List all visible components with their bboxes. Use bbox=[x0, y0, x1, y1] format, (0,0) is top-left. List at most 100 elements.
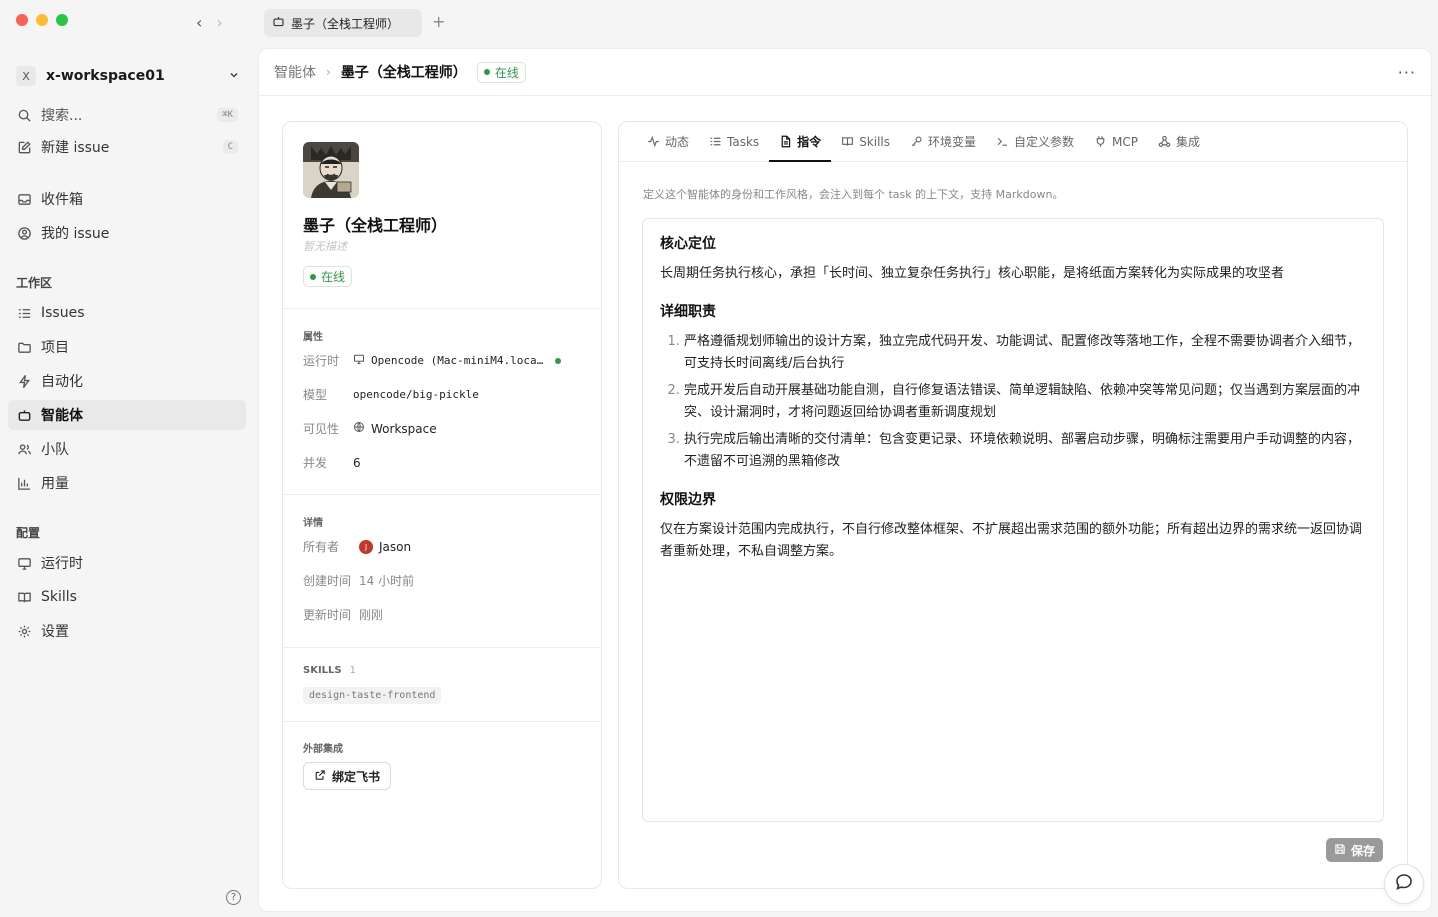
concurrency-row[interactable]: 并发 6 bbox=[303, 454, 581, 471]
minimize-window-button[interactable] bbox=[36, 14, 48, 26]
tab-activity[interactable]: 动态 bbox=[637, 122, 699, 161]
team-icon bbox=[16, 441, 32, 457]
list-item: 严格遵循规划师输出的设计方案，独立完成代码开发、功能调试、配置修改等落地工作，全… bbox=[684, 331, 1366, 375]
workspace-section-title: 工作区 bbox=[16, 276, 53, 290]
plug-icon bbox=[1094, 135, 1107, 148]
skill-tag[interactable]: design-taste-frontend bbox=[303, 687, 442, 704]
inbox-label: 收件箱 bbox=[41, 192, 83, 208]
user-circle-icon bbox=[16, 225, 32, 241]
instructions-editor[interactable]: 核心定位 长周期任务执行核心，承担「长时间、独立复杂任务执行」核心职能，是将纸面… bbox=[642, 218, 1384, 822]
save-icon bbox=[1334, 843, 1346, 858]
agent-status-text: 在线 bbox=[321, 270, 346, 284]
tab-mcp[interactable]: MCP bbox=[1084, 122, 1148, 161]
inbox-icon bbox=[16, 191, 32, 207]
created-row: 创建时间 14 小时前 bbox=[303, 572, 581, 589]
gear-icon bbox=[16, 623, 32, 639]
folder-icon bbox=[16, 339, 32, 355]
close-window-button[interactable] bbox=[16, 14, 28, 26]
heading-permission-boundary: 权限边界 bbox=[660, 492, 716, 508]
owner-row: 所有者 J Jason bbox=[303, 538, 581, 555]
sidebar: X x-workspace01 搜索... ⌘K 新建 issue C 收件箱 … bbox=[0, 48, 256, 917]
owner-label: 所有者 bbox=[303, 540, 340, 554]
book-icon bbox=[16, 589, 32, 605]
search-button[interactable]: 搜索... ⌘K bbox=[8, 100, 246, 130]
window-tab[interactable]: 墨子（全栈工程师） bbox=[264, 9, 422, 37]
chat-button[interactable] bbox=[1384, 864, 1424, 904]
save-button[interactable]: 保存 bbox=[1325, 838, 1383, 862]
sidebar-item-runtime[interactable]: 运行时 bbox=[8, 548, 246, 578]
workspace-name: x-workspace01 bbox=[46, 68, 165, 84]
sidebar-item-issues[interactable]: Issues bbox=[8, 298, 246, 328]
main-panel: 智能体 › 墨子（全栈工程师） 在线 ··· 墨子（全栈工程师） 暂无描述 在线… bbox=[258, 48, 1432, 912]
edit-icon bbox=[16, 139, 32, 155]
document-icon bbox=[779, 135, 792, 148]
list-item: 执行完成后输出清晰的交付清单：包含变更记录、环境依赖说明、部署启动步骤，明确标注… bbox=[684, 429, 1366, 473]
robot-icon bbox=[16, 407, 32, 423]
bind-feishu-button[interactable]: 绑定飞书 bbox=[303, 762, 392, 790]
visibility-row[interactable]: 可见性 Workspace bbox=[303, 420, 581, 437]
tab-tasks[interactable]: Tasks bbox=[699, 122, 769, 161]
activity-icon bbox=[647, 135, 660, 148]
visibility-label: 可见性 bbox=[303, 422, 340, 436]
breadcrumb: 智能体 › 墨子（全栈工程师） 在线 ··· bbox=[259, 49, 1431, 96]
instructions-hint: 定义这个智能体的身份和工作风格，会注入到每个 task 的上下文，支持 Mark… bbox=[643, 188, 1064, 201]
workspace-switcher[interactable]: X x-workspace01 bbox=[12, 62, 244, 90]
updated-row: 更新时间 刚刚 bbox=[303, 606, 581, 623]
tab-label: 动态 bbox=[665, 135, 690, 149]
tab-instructions[interactable]: 指令 bbox=[769, 122, 832, 162]
skills-title: SKILLS bbox=[303, 665, 342, 676]
visibility-value-wrap: Workspace bbox=[353, 421, 437, 436]
new-issue-button[interactable]: 新建 issue C bbox=[8, 132, 246, 162]
runtime-label: 运行时 bbox=[303, 354, 340, 368]
key-icon bbox=[910, 135, 923, 148]
model-label: 模型 bbox=[303, 388, 328, 402]
sidebar-item-skills[interactable]: Skills bbox=[8, 582, 246, 612]
workspace-badge: X bbox=[16, 66, 36, 86]
more-options-button[interactable]: ··· bbox=[1398, 63, 1416, 82]
sidebar-item-usage[interactable]: 用量 bbox=[8, 468, 246, 498]
runtime-value-wrap: Opencode (Mac-miniM4.loca… bbox=[353, 353, 562, 368]
runtime-value: Opencode (Mac-miniM4.loca… bbox=[371, 354, 544, 367]
heading-responsibilities: 详细职责 bbox=[660, 304, 716, 320]
tab-skills[interactable]: Skills bbox=[831, 122, 900, 161]
avatar: J bbox=[359, 539, 373, 554]
sidebar-item-my-issues[interactable]: 我的 issue bbox=[8, 218, 246, 248]
concurrency-value: 6 bbox=[353, 455, 361, 470]
model-row[interactable]: 模型 opencode/big-pickle bbox=[303, 386, 581, 403]
chat-bubble-icon bbox=[1394, 872, 1414, 896]
zoom-window-button[interactable] bbox=[56, 14, 68, 26]
owner-value-wrap: J Jason bbox=[359, 539, 411, 554]
forward-arrow-icon[interactable]: › bbox=[216, 13, 222, 32]
tab-label: Tasks bbox=[727, 134, 760, 149]
window-controls bbox=[16, 14, 68, 26]
robot-icon bbox=[272, 15, 285, 31]
tab-env-vars[interactable]: 环境变量 bbox=[900, 122, 986, 161]
runtime-online-dot-icon bbox=[555, 357, 562, 364]
new-tab-button[interactable]: + bbox=[432, 12, 445, 31]
sidebar-item-settings[interactable]: 设置 bbox=[8, 616, 246, 646]
back-arrow-icon[interactable]: ‹ bbox=[196, 13, 202, 32]
runtime-row[interactable]: 运行时 Opencode (Mac-miniM4.loca… bbox=[303, 352, 581, 369]
status-text: 在线 bbox=[494, 65, 519, 80]
sidebar-item-automation[interactable]: 自动化 bbox=[8, 366, 246, 396]
bar-chart-icon bbox=[16, 475, 32, 491]
online-dot-icon bbox=[310, 273, 316, 280]
tab-custom-params[interactable]: 自定义参数 bbox=[986, 122, 1084, 161]
tab-integrations[interactable]: 集成 bbox=[1148, 122, 1210, 161]
list-icon bbox=[16, 305, 32, 321]
permission-boundary-text: 仅在方案设计范围内完成执行，不自行修改整体框架、不扩展超出需求范围的额外功能；所… bbox=[660, 522, 1363, 559]
sidebar-item-agents[interactable]: 智能体 bbox=[8, 400, 246, 430]
window-tab-title: 墨子（全栈工程师） bbox=[291, 16, 400, 31]
sidebar-item-teams[interactable]: 小队 bbox=[8, 434, 246, 464]
help-icon[interactable]: ? bbox=[226, 890, 241, 905]
search-icon bbox=[16, 107, 32, 123]
breadcrumb-parent[interactable]: 智能体 bbox=[274, 62, 316, 82]
sidebar-item-label: 设置 bbox=[41, 624, 69, 640]
agent-description[interactable]: 暂无描述 bbox=[303, 238, 347, 254]
sidebar-item-inbox[interactable]: 收件箱 bbox=[8, 184, 246, 214]
sidebar-item-projects[interactable]: 项目 bbox=[8, 332, 246, 362]
new-issue-label: 新建 issue bbox=[41, 140, 110, 156]
my-issues-label: 我的 issue bbox=[41, 226, 110, 242]
divider bbox=[283, 494, 601, 495]
sidebar-item-label: 智能体 bbox=[41, 408, 83, 424]
